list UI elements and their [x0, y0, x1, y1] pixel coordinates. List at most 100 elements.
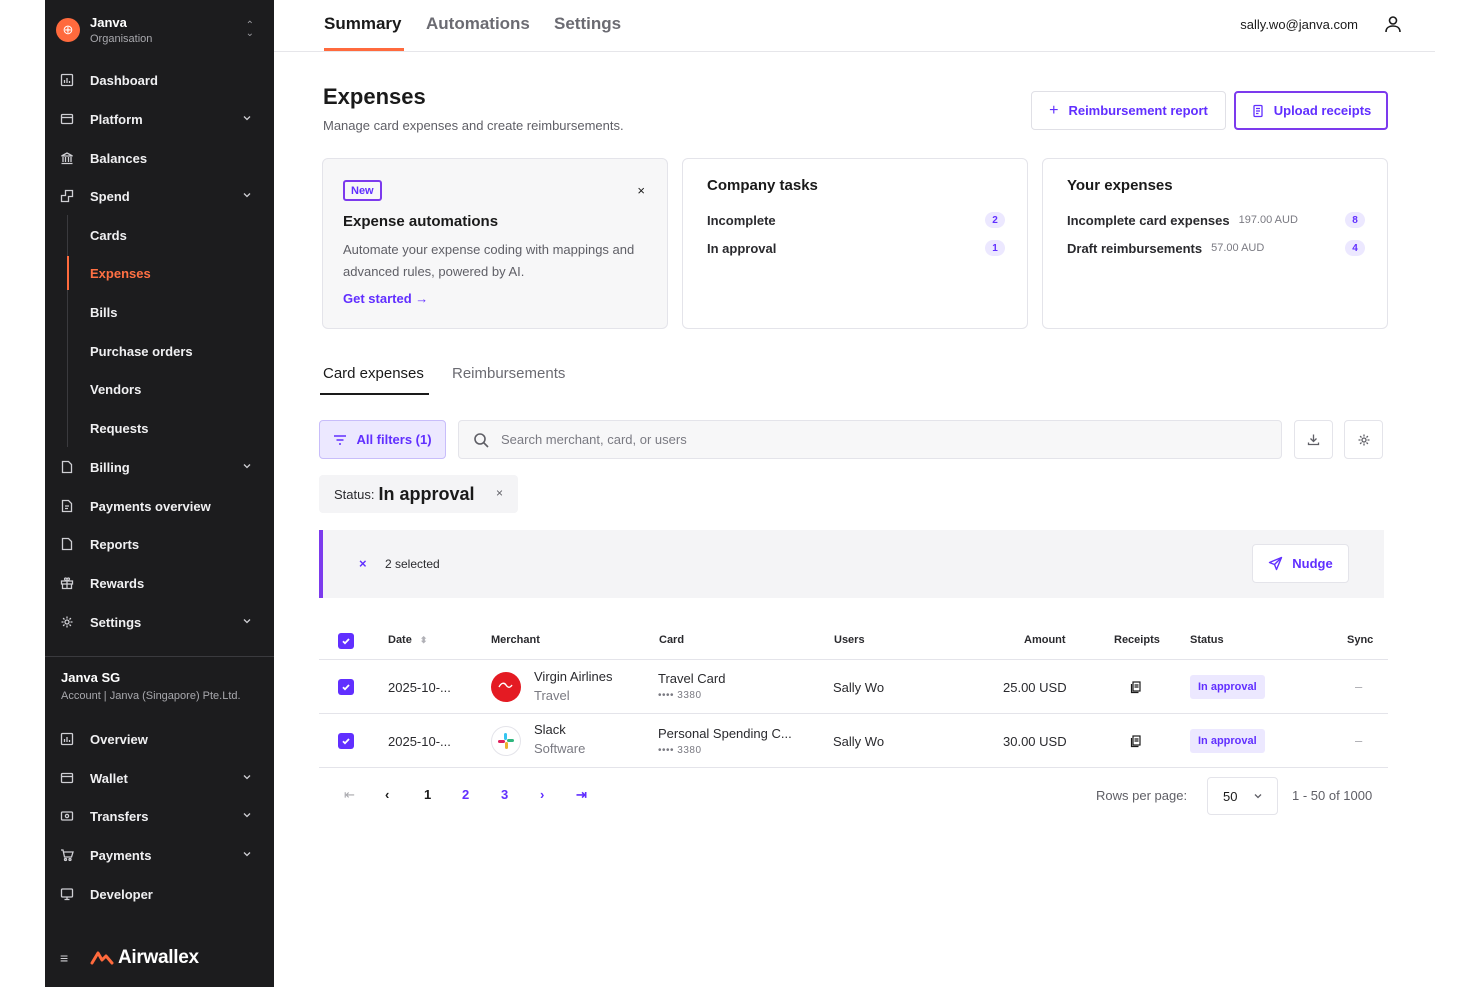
upload-receipts-button[interactable]: Upload receipts	[1234, 91, 1388, 130]
org-logo-icon: ⊕	[56, 18, 80, 42]
sidebar-item-balances[interactable]: Balances	[45, 141, 274, 175]
get-started-link[interactable]: Get started →	[343, 291, 428, 306]
page-2-button[interactable]: 2	[462, 787, 469, 802]
org-name: Janva	[90, 15, 127, 30]
row-checkbox[interactable]	[338, 733, 354, 749]
clear-selection-icon[interactable]: ×	[359, 556, 367, 571]
tab-summary[interactable]: Summary	[324, 14, 401, 34]
page-3-button[interactable]: 3	[501, 787, 508, 802]
sidebar-item-payments-overview[interactable]: Payments overview	[45, 489, 274, 523]
row-checkbox[interactable]	[338, 679, 354, 695]
upload-receipts-label: Upload receipts	[1273, 103, 1372, 118]
sidebar-item-label: Overview	[90, 731, 148, 747]
tab-automations[interactable]: Automations	[426, 14, 530, 34]
sidebar-item-label: Billing	[90, 459, 130, 475]
gear-icon	[60, 615, 74, 629]
table-settings-button[interactable]	[1344, 420, 1383, 459]
sidebar-item-requests[interactable]: Requests	[67, 411, 274, 445]
filter-icon	[334, 434, 347, 445]
chevron-down-icon	[243, 464, 251, 469]
sidebar-divider	[45, 656, 274, 657]
sidebar-item-dashboard[interactable]: Dashboard	[45, 63, 274, 97]
select-all-checkbox[interactable]	[338, 633, 354, 649]
sidebar-item-rewards[interactable]: Rewards	[45, 566, 274, 600]
plus-icon: +	[1049, 101, 1059, 119]
reimbursement-report-button[interactable]: + Reimbursement report	[1031, 91, 1226, 130]
row-user: Sally Wo	[833, 734, 885, 749]
sidebar-item-label: Platform	[90, 111, 143, 127]
sidebar-item-cards[interactable]: Cards	[67, 218, 274, 252]
sidebar-item-label: Transfers	[90, 808, 149, 824]
tab-settings[interactable]: Settings	[554, 14, 621, 34]
nudge-button[interactable]: Nudge	[1252, 544, 1349, 583]
monitor-icon	[60, 887, 74, 901]
sidebar-item-vendors[interactable]: Vendors	[67, 372, 274, 406]
prev-page-button[interactable]: ‹	[385, 787, 389, 802]
row-date: 2025-10-...	[388, 734, 451, 749]
your-expenses-title: Your expenses	[1067, 177, 1173, 194]
menu-icon[interactable]: ≡	[60, 950, 74, 966]
receipt-icon[interactable]	[1130, 735, 1142, 748]
expense-label: Draft reimbursements	[1067, 240, 1203, 256]
merchant-cell: Slack Software	[534, 722, 585, 756]
download-button[interactable]	[1294, 420, 1333, 459]
user-icon[interactable]	[1383, 14, 1403, 34]
sidebar-item-label: Balances	[90, 150, 148, 166]
sidebar-item-settings[interactable]: Settings	[45, 605, 274, 639]
sidebar-item-bills[interactable]: Bills	[67, 295, 274, 329]
chevron-updown-icon: ⌃ ⌄	[245, 20, 254, 39]
last-page-button[interactable]: ⇥	[576, 787, 587, 803]
sidebar-item-purchase-orders[interactable]: Purchase orders	[67, 334, 274, 368]
promo-title: Expense automations	[343, 213, 499, 230]
sidebar-item-overview[interactable]: Overview	[45, 722, 274, 756]
account-switcher[interactable]: Janva SG Account | Janva (Singapore) Pte…	[61, 670, 241, 702]
chevron-down-icon	[243, 116, 251, 121]
task-row-incomplete[interactable]: Incomplete 2	[707, 210, 1005, 230]
chip-value: In approval	[378, 483, 475, 504]
active-tab-indicator	[324, 48, 404, 51]
search-input[interactable]: Search merchant, card, or users	[458, 420, 1282, 459]
first-page-button[interactable]: ⇤	[344, 787, 355, 803]
sidebar-item-payments[interactable]: Payments	[45, 838, 274, 872]
next-page-button[interactable]: ›	[540, 787, 544, 802]
remove-filter-icon[interactable]: ×	[496, 486, 503, 500]
receipt-icon	[1253, 104, 1263, 117]
org-subtitle: Organisation	[90, 33, 153, 45]
page-1-button[interactable]: 1	[424, 787, 431, 802]
col-receipts: Receipts	[1114, 634, 1160, 646]
sidebar-item-spend[interactable]: Spend	[45, 179, 274, 213]
col-sync: Sync	[1347, 634, 1374, 646]
org-switcher[interactable]: ⊕ Janva Organisation ⌃ ⌄	[45, 0, 274, 60]
col-merchant: Merchant	[491, 634, 540, 646]
all-filters-button[interactable]: All filters (1)	[319, 420, 446, 459]
col-amount: Amount	[1024, 634, 1066, 646]
merchant-name: Virgin Airlines	[534, 669, 613, 684]
top-nav: Summary Automations Settings sally.wo@ja…	[274, 0, 1435, 52]
expense-amount: 197.00 AUD	[1238, 214, 1298, 226]
col-card: Card	[659, 634, 685, 646]
sidebar-item-platform[interactable]: Platform	[45, 102, 274, 136]
task-row-in-approval[interactable]: In approval 1	[707, 238, 1005, 258]
tab-reimbursements[interactable]: Reimbursements	[452, 365, 565, 382]
merchant-name: Slack	[534, 722, 566, 737]
col-status: Status	[1190, 634, 1224, 646]
close-icon[interactable]: ×	[637, 183, 645, 198]
expense-row-incomplete[interactable]: Incomplete card expenses 197.00 AUD 8	[1067, 210, 1365, 230]
expense-row-drafts[interactable]: Draft reimbursements 57.00 AUD 4	[1067, 238, 1365, 258]
sync-value: –	[1355, 733, 1363, 748]
sidebar-item-expenses[interactable]: Expenses	[67, 256, 274, 290]
promo-description: Automate your expense coding with mappin…	[343, 242, 635, 279]
payments-overview-icon	[60, 499, 74, 513]
rows-per-page-select[interactable]: 50	[1207, 777, 1278, 815]
row-amount: 25.00 USD	[1003, 680, 1067, 695]
sidebar-item-developer[interactable]: Developer	[45, 877, 274, 911]
sidebar-item-transfers[interactable]: Transfers	[45, 799, 274, 833]
tab-card-expenses[interactable]: Card expenses	[323, 365, 424, 382]
sidebar-item-reports[interactable]: Reports	[45, 527, 274, 561]
col-date[interactable]: Date ⬍	[388, 634, 427, 646]
search-icon	[474, 432, 489, 448]
chevron-down-icon	[243, 813, 251, 818]
receipt-icon[interactable]	[1130, 681, 1142, 694]
sidebar-item-billing[interactable]: Billing	[45, 450, 274, 484]
sidebar-item-wallet[interactable]: Wallet	[45, 761, 274, 795]
